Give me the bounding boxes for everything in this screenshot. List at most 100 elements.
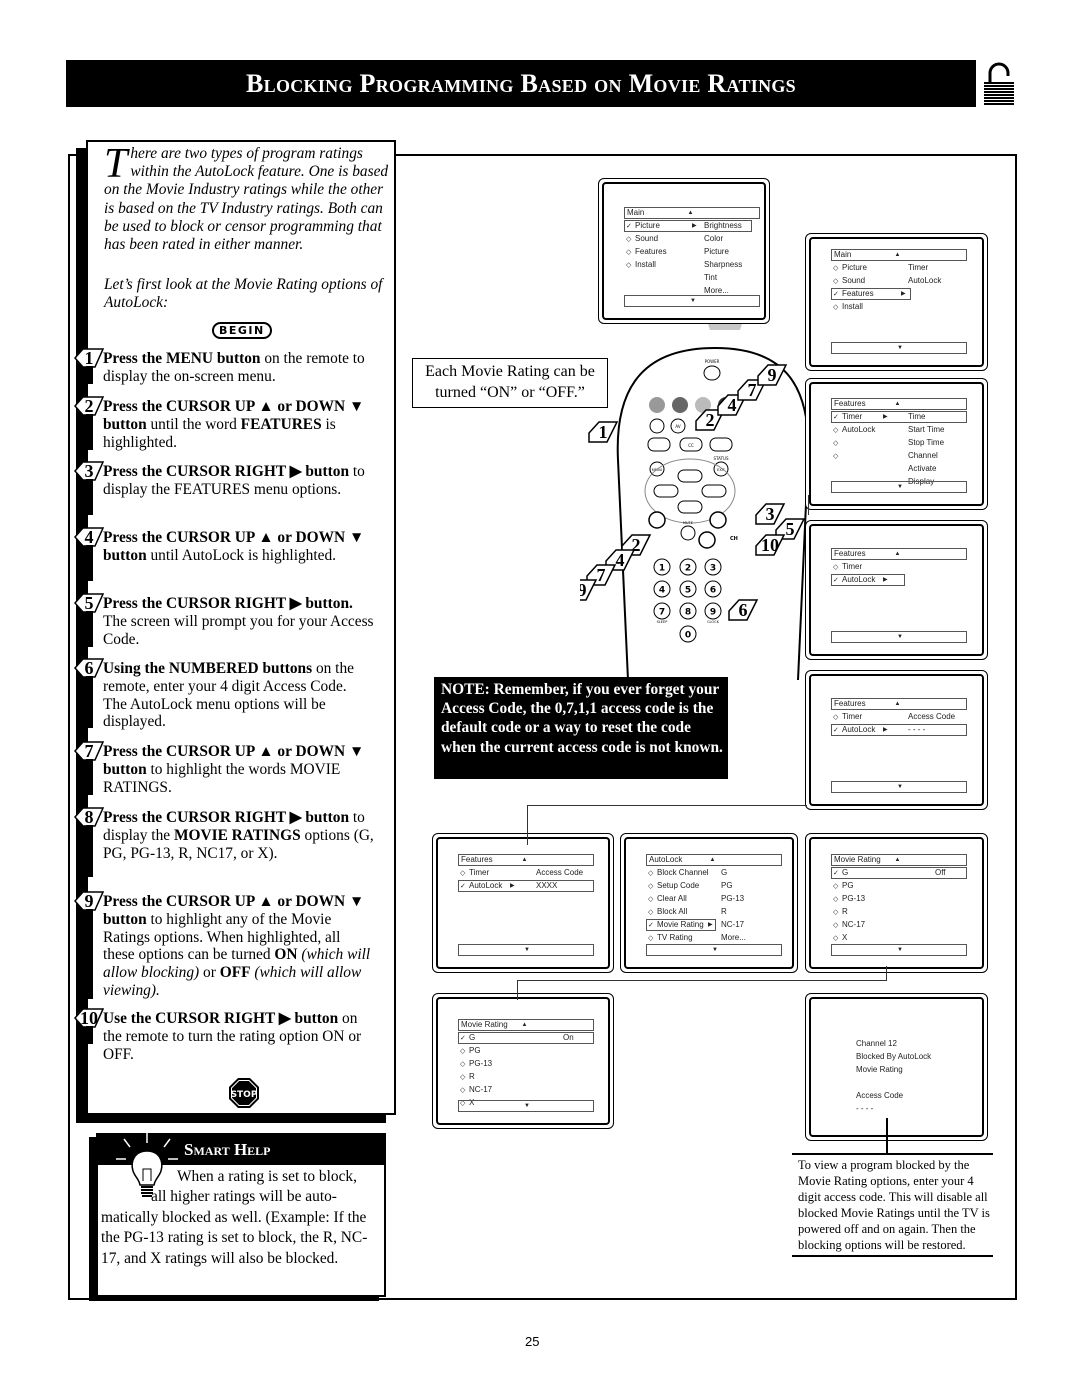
scroll-up-icon[interactable]: ▲ (522, 1020, 528, 1030)
menu-item[interactable]: ◇ TV Rating (648, 932, 693, 944)
cursor-down-button[interactable] (677, 500, 703, 514)
menu-item[interactable]: ◇ Block All (648, 906, 687, 918)
scroll-up-icon[interactable]: ▲ (895, 699, 901, 709)
menu-item-label: Install (842, 302, 863, 311)
svg-text:2: 2 (706, 410, 715, 430)
scroll-down-icon[interactable]: ▼ (712, 945, 718, 955)
submenu-arrow-icon: ▶ (883, 577, 888, 583)
menu-item[interactable]: ✓ Timer (833, 411, 862, 423)
menu-item[interactable]: ◇ R (833, 906, 848, 918)
menu-item[interactable]: ◇ Sound (626, 233, 658, 245)
menu-item[interactable]: ◇ Block Channel (648, 867, 709, 879)
channel-down-button[interactable] (698, 531, 716, 549)
scroll-up-icon[interactable]: ▲ (895, 549, 901, 559)
frame-divider (68, 154, 70, 1300)
menu-item[interactable]: ◇ Timer (833, 561, 862, 573)
scroll-down-icon[interactable]: ▼ (690, 296, 696, 306)
rating-state-value[interactable]: Off (935, 867, 946, 879)
step-9: 9 Press the CURSOR UP ▲ or DOWN ▼ button … (74, 891, 374, 1000)
cursor-right-button[interactable] (701, 484, 727, 498)
scroll-down-icon[interactable]: ▼ (524, 1101, 530, 1111)
auto-sound-button[interactable] (647, 437, 671, 452)
menu-item[interactable]: ◇ Install (833, 301, 863, 313)
menu-item[interactable]: ✓ Features (833, 288, 874, 300)
menu-item[interactable]: ◇ Timer (833, 711, 862, 723)
menu-item[interactable]: ◇ Setup Code (648, 880, 699, 892)
menu-item[interactable]: ✓ G (833, 867, 848, 879)
menu-item[interactable]: ✓ AutoLock (833, 724, 875, 736)
auto-picture-button[interactable] (709, 437, 733, 452)
padlock-open-icon (980, 60, 1018, 107)
scroll-down-icon[interactable]: ▼ (897, 782, 903, 792)
digit-label: 8 (685, 608, 691, 618)
menu-title-bar: AutoLock ▲ (646, 854, 782, 866)
scroll-up-icon[interactable]: ▲ (895, 250, 901, 260)
menu-item[interactable]: ◇ X (833, 932, 847, 944)
scroll-down-icon[interactable]: ▼ (897, 632, 903, 642)
scroll-down-icon[interactable]: ▼ (897, 343, 903, 353)
menu-item[interactable]: ◇ PG-13 (460, 1058, 492, 1070)
menu-item[interactable]: ✓ AutoLock (833, 574, 875, 586)
step-text: Press the CURSOR UP ▲ or DOWN ▼ button t… (103, 893, 371, 999)
scroll-down-icon[interactable]: ▼ (897, 482, 903, 492)
rating-state-value[interactable]: On (563, 1032, 574, 1044)
menu-item-label: Sound (635, 234, 659, 243)
color-button-green[interactable] (672, 397, 688, 413)
step-bar (86, 611, 93, 647)
mute-button[interactable] (680, 525, 696, 541)
channel-up-button[interactable] (709, 511, 727, 529)
menu-item[interactable]: ◇ Install (626, 259, 656, 271)
menu-title-bar: Main ▲ (831, 249, 967, 261)
smart-help-box: Smart Help When a rating is set to block… (96, 1133, 386, 1297)
rating-note: Each Movie Rating can be turned “ON” or … (412, 358, 608, 408)
menu-item[interactable]: ✓ G (460, 1032, 475, 1044)
menu-item[interactable]: ✓ Picture (626, 220, 660, 232)
scroll-up-icon[interactable]: ▲ (895, 399, 901, 409)
menu-item[interactable]: ◇ Picture (833, 262, 867, 274)
scroll-up-icon[interactable]: ▲ (522, 855, 528, 865)
menu-item[interactable]: ◇ PG (833, 880, 854, 892)
menu-item[interactable]: ◇ (833, 450, 842, 462)
menu-item[interactable]: ✓ Movie Rating (648, 919, 704, 931)
svg-text:6: 6 (739, 600, 748, 620)
scroll-up-icon[interactable]: ▲ (688, 208, 694, 218)
scroll-up-icon[interactable]: ▲ (895, 855, 901, 865)
smiley-button[interactable] (649, 418, 665, 434)
scroll-down-icon[interactable]: ▼ (897, 945, 903, 955)
svg-text:MUTE: MUTE (683, 521, 693, 525)
digit-label: 3 (710, 564, 716, 574)
menu-item[interactable]: ◇ PG-13 (833, 893, 865, 905)
menu-title-bar: Main ▲ (624, 207, 760, 219)
diamond-bullet-icon: ◇ (460, 1087, 466, 1094)
menu-item[interactable]: ◇ PG (460, 1045, 481, 1057)
volume-up-button[interactable] (648, 511, 666, 529)
menu-item[interactable]: ✓ AutoLock (460, 880, 502, 892)
instructions-panel: There are two types of program ratings w… (74, 140, 396, 1115)
svg-text:SLEEP: SLEEP (657, 620, 668, 624)
menu-item[interactable]: ◇ Sound (833, 275, 865, 287)
digit-label: 1 (659, 564, 665, 574)
diamond-bullet-icon: ◇ (460, 870, 466, 877)
menu-item[interactable]: ◇ NC-17 (833, 919, 865, 931)
diamond-bullet-icon: ◇ (460, 1074, 466, 1081)
step-bar (86, 1026, 93, 1044)
menu-item[interactable]: ◇ (833, 437, 842, 449)
menu-item[interactable]: ◇ R (460, 1071, 475, 1083)
menu-item[interactable]: ◇ NC-17 (460, 1084, 492, 1096)
submenu-item: PG (721, 881, 733, 890)
cursor-up-button[interactable] (677, 469, 703, 483)
scroll-down-icon[interactable]: ▼ (524, 945, 530, 955)
menu-item-label: Features (842, 289, 874, 298)
menu-item[interactable]: ◇ Clear All (648, 893, 687, 905)
digit-label: 5 (685, 586, 691, 596)
cursor-left-button[interactable] (653, 484, 679, 498)
submenu-arrow-icon: ▶ (883, 727, 888, 733)
menu-item[interactable]: ◇ Features (626, 246, 667, 258)
scroll-up-icon[interactable]: ▲ (710, 855, 716, 865)
step-8: 8 Press the CURSOR RIGHT ▶ button to disp… (74, 807, 374, 877)
menu-item[interactable]: ◇ AutoLock (833, 424, 875, 436)
color-button-red[interactable] (649, 397, 665, 413)
menu-item[interactable]: ◇ Timer (460, 867, 489, 879)
power-button[interactable] (703, 365, 721, 381)
step-callout-1: 1 (588, 421, 619, 443)
